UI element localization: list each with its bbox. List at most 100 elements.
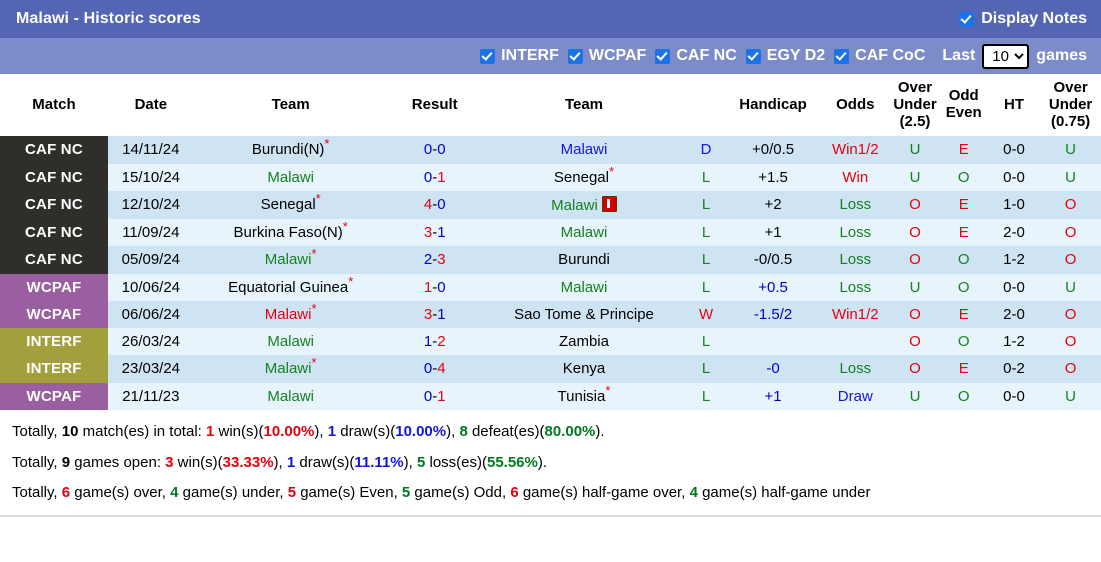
- asterisk-icon: *: [342, 219, 348, 235]
- filter-interf[interactable]: INTERF: [480, 47, 559, 65]
- table-row[interactable]: WCPAF 10/06/24 Equatorial Guinea* 1-0 Malawi…: [0, 273, 1101, 301]
- match-date: 26/03/24: [107, 328, 194, 356]
- filter-caf-coc[interactable]: CAF CoC: [834, 47, 925, 65]
- ou075-text: U: [1065, 387, 1076, 405]
- table-row[interactable]: CAF NC 15/10/24 Malawi 0-1 Senegal* L +1.5 Win U…: [0, 163, 1101, 191]
- col-header-team-away[interactable]: Team: [481, 74, 687, 137]
- away-team[interactable]: Burundi: [481, 246, 687, 274]
- table-row[interactable]: CAF NC 12/10/24 Senegal* 4-0 Malawi L +2 Loss O E…: [0, 190, 1101, 220]
- asterisk-icon: *: [311, 246, 317, 262]
- odds-text: Win1/2: [831, 305, 879, 323]
- text: ),: [446, 422, 460, 440]
- home-team[interactable]: Senegal*: [193, 190, 388, 220]
- col-header-odds[interactable]: Odds: [820, 74, 891, 137]
- half-time-score: 1-0: [987, 190, 1041, 220]
- col-header-result[interactable]: Result: [387, 74, 482, 137]
- home-team[interactable]: Malawi*: [193, 355, 388, 383]
- text: match(es) in total:: [78, 422, 206, 440]
- display-notes-checkbox-icon[interactable]: [959, 11, 975, 27]
- table-row[interactable]: CAF NC 05/09/24 Malawi* 2-3 Burundi L -0/0.5 Lo…: [0, 246, 1101, 274]
- col-header-odd-even[interactable]: Odd Even: [939, 74, 988, 137]
- col-header-over-under-25[interactable]: Over Under (2.5): [890, 74, 940, 137]
- home-team[interactable]: Malawi*: [193, 300, 388, 329]
- handicap-value: -0: [725, 355, 821, 383]
- home-team[interactable]: Burkina Faso(N)*: [193, 219, 388, 247]
- home-team[interactable]: Malawi: [193, 163, 388, 191]
- col-header-match[interactable]: Match: [0, 74, 108, 137]
- ou075-line3: (0.75): [1050, 112, 1091, 130]
- odd-even-text: O: [957, 251, 970, 269]
- outcome-letter: D: [700, 141, 712, 159]
- home-team[interactable]: Burundi(N)*: [193, 136, 388, 164]
- col-header-ht[interactable]: HT: [987, 74, 1041, 137]
- col-header-date[interactable]: Date: [107, 74, 194, 137]
- col-header-handicap[interactable]: Handicap: [725, 74, 821, 137]
- handicap-value: -1.5/2: [725, 300, 821, 329]
- team-name: Malawi: [560, 224, 608, 242]
- col-header-over-under-075[interactable]: Over Under (0.75): [1040, 74, 1101, 137]
- ou075-text: O: [1064, 251, 1077, 269]
- odd-even-text: O: [957, 168, 970, 186]
- filter-egy-d2[interactable]: EGY D2: [745, 47, 825, 65]
- away-team[interactable]: Malawi: [481, 219, 687, 247]
- odds-value: Loss: [820, 219, 891, 247]
- checkbox-icon[interactable]: [834, 48, 850, 64]
- match-result: 3-1: [387, 219, 482, 247]
- handicap-text: +0.5: [758, 278, 788, 296]
- league-badge[interactable]: CAF NC: [0, 190, 108, 220]
- defeats-count: 8: [459, 422, 468, 440]
- league-badge[interactable]: INTERF: [0, 328, 108, 356]
- league-badge[interactable]: WCPAF: [0, 273, 108, 301]
- ou25-text: U: [909, 141, 921, 159]
- ou25-line3: (2.5): [899, 112, 931, 130]
- filter-caf-nc[interactable]: CAF NC: [655, 47, 737, 65]
- league-badge[interactable]: CAF NC: [0, 219, 108, 247]
- home-score: 3: [423, 224, 433, 242]
- odd-even-text: O: [957, 387, 970, 405]
- away-team[interactable]: Malawi: [481, 190, 687, 220]
- league-filter-bar: INTERF WCPAF CAF NC EGY D2 CAF CoC Last …: [0, 38, 1101, 74]
- col-header-team-home[interactable]: Team: [193, 74, 388, 137]
- league-badge[interactable]: CAF NC: [0, 163, 108, 191]
- checkbox-icon[interactable]: [655, 48, 671, 64]
- table-row[interactable]: CAF NC 14/11/24 Burundi(N)* 0-0 Malawi D +0/0.…: [0, 136, 1101, 164]
- filter-wcpaf[interactable]: WCPAF: [567, 47, 646, 65]
- league-badge[interactable]: CAF NC: [0, 136, 108, 164]
- away-team[interactable]: Malawi: [481, 136, 687, 164]
- display-notes-toggle[interactable]: Display Notes: [959, 10, 1087, 28]
- odds-value: Draw: [820, 382, 891, 410]
- league-badge[interactable]: CAF NC: [0, 246, 108, 274]
- text: draw(s)(: [336, 422, 396, 440]
- table-row[interactable]: CAF NC 11/09/24 Burkina Faso(N)* 3-1 Malawi L…: [0, 219, 1101, 247]
- checkbox-icon[interactable]: [745, 48, 761, 64]
- away-team[interactable]: Kenya: [481, 355, 687, 383]
- home-score: 2: [423, 251, 433, 269]
- games-count-select[interactable]: 10: [982, 43, 1030, 69]
- ou075-text: U: [1065, 141, 1076, 159]
- team-name: Malawi: [264, 360, 312, 378]
- league-badge[interactable]: WCPAF: [0, 300, 108, 329]
- away-team[interactable]: Zambia: [481, 328, 687, 356]
- over-under-075-value: O: [1040, 246, 1101, 274]
- match-date: 23/03/24: [107, 355, 194, 383]
- over-under-075-value: O: [1040, 328, 1101, 356]
- away-team[interactable]: Tunisia*: [481, 382, 687, 410]
- table-row[interactable]: WCPAF 06/06/24 Malawi* 3-1 Sao Tome & Princi…: [0, 300, 1101, 329]
- league-badge[interactable]: INTERF: [0, 355, 108, 383]
- home-team[interactable]: Malawi: [193, 328, 388, 356]
- home-team[interactable]: Equatorial Guinea*: [193, 273, 388, 301]
- checkbox-icon[interactable]: [480, 48, 496, 64]
- table-row[interactable]: INTERF 26/03/24 Malawi 1-2 Zambia L O O 1-2 O: [0, 328, 1101, 356]
- home-team[interactable]: Malawi*: [193, 246, 388, 274]
- away-team[interactable]: Senegal*: [481, 163, 687, 191]
- home-team[interactable]: Malawi: [193, 382, 388, 410]
- table-row[interactable]: INTERF 23/03/24 Malawi* 0-4 Kenya L -0 Loss O E 0-…: [0, 355, 1101, 383]
- away-team[interactable]: Malawi: [481, 273, 687, 301]
- ht-text: 1-2: [1003, 251, 1025, 269]
- away-team[interactable]: Sao Tome & Principe: [481, 300, 687, 329]
- table-row[interactable]: WCPAF 21/11/23 Malawi 0-1 Tunisia* L +1 Draw U O 0…: [0, 382, 1101, 410]
- league-badge[interactable]: WCPAF: [0, 382, 108, 410]
- title-bar: Malawi - Historic scores Display Notes: [0, 0, 1101, 38]
- checkbox-icon[interactable]: [567, 48, 583, 64]
- half-over-count: 6: [510, 484, 519, 502]
